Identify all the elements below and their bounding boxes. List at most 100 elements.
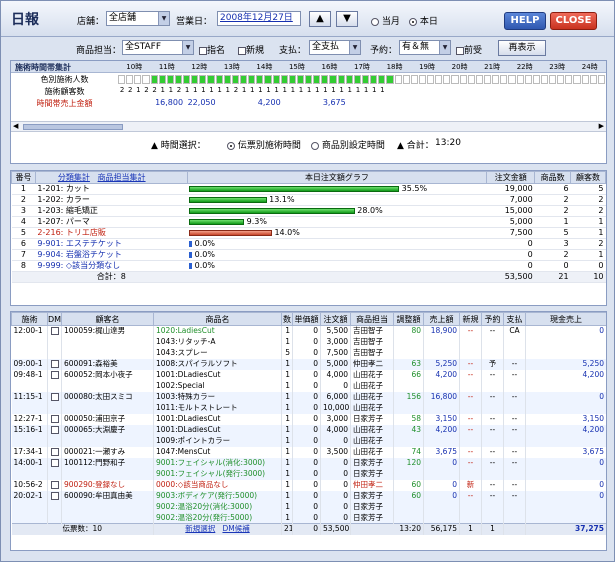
sales-amount xyxy=(423,512,460,524)
radio-product-time[interactable]: 商品別設定時間 xyxy=(311,138,385,151)
timeline-panel: 施術時間帯集計 10時 11時 12時 13時 14時 15時 16時 17時 18時 19時 20… xyxy=(10,60,607,164)
reserve-flag: 予 xyxy=(481,358,504,370)
business-day-input[interactable]: 2008年12月27日 xyxy=(217,11,301,26)
dm-candidate-link[interactable]: DM候補 xyxy=(222,524,249,533)
new-flag xyxy=(459,435,482,447)
payment-method xyxy=(503,501,526,513)
product-staff: 日家芳子 xyxy=(350,413,394,425)
payment-method: -- xyxy=(503,479,526,491)
radio-month[interactable]: 当月 xyxy=(371,14,400,27)
detail-row[interactable]: 10:56-2 900290:登録なし 0000:◇該当商品なし 1 0 0 仲… xyxy=(11,479,606,491)
reserve-flag: -- xyxy=(481,457,504,469)
detail-row[interactable]: 14:00-1 100112:門野和子 9001:フェイシャル(消化:3000)… xyxy=(11,457,606,469)
occupancy-cell xyxy=(565,75,573,84)
radio-today-label: 本日 xyxy=(419,17,438,27)
product-staff-select[interactable]: 全STAFF ▼ xyxy=(122,40,194,55)
summary-row[interactable]: 8 9-999: ◇該当分類なし 0.0% 0 0 0 xyxy=(11,260,606,272)
occupancy-cell xyxy=(215,75,223,84)
dm-checkbox[interactable] xyxy=(50,327,59,336)
summary-row[interactable]: 4 1-207: パーマ 9.3% 5,000 1 1 xyxy=(11,216,606,228)
detail-row[interactable]: 15:16-1 000065:大淵慶子 1001:DLadiesCut 1 0 … xyxy=(11,424,606,436)
detail-row[interactable]: 9001:フェイシャル(発行:3000) 1 0 0 日家芳子 xyxy=(11,468,606,480)
dm-checkbox[interactable] xyxy=(50,415,59,423)
customer-name xyxy=(61,501,154,513)
detail-row[interactable]: 12:00-1 100059:梶山達男 1020:LadiesCut 1 0 5… xyxy=(11,325,606,337)
new-flag xyxy=(459,501,482,513)
dm-checkbox[interactable] xyxy=(50,459,59,467)
reserve-select[interactable]: 有＆無 ▼ xyxy=(399,40,451,55)
adjustment xyxy=(393,380,424,392)
customer-count: 2 xyxy=(570,238,606,250)
payment-select[interactable]: 全支払 ▼ xyxy=(309,40,361,55)
sales-amount xyxy=(423,336,460,348)
close-button[interactable]: CLOSE xyxy=(550,12,597,30)
detail-row[interactable]: 12:27-1 000050:浦田京子 1001:DLadiesCut 1 0 … xyxy=(11,413,606,425)
redisplay-button[interactable]: 再表示 xyxy=(498,40,546,56)
new-select-link[interactable]: 新規選択 xyxy=(185,524,215,533)
maeuke-label: 前受 xyxy=(464,46,483,56)
summary-row[interactable]: 3 1-203: 縮毛矯正 28.0% 15,000 2 2 xyxy=(11,205,606,217)
dm-checkbox[interactable] xyxy=(50,492,59,500)
hour-label: 13時 xyxy=(223,63,240,71)
detail-row[interactable]: 11:15-1 000080:太田スミコ 1003:特殊カラー 1 0 6,00… xyxy=(11,391,606,403)
customer-count: 1 xyxy=(570,249,606,261)
payment-value: 全支払 xyxy=(312,42,340,52)
detail-row[interactable]: 1011:モルトストレート 1 0 10,000 山田花子 xyxy=(11,402,606,414)
dm-checkbox[interactable] xyxy=(50,393,59,401)
customer-count-cell: 1 xyxy=(209,86,214,94)
summary-row[interactable]: 6 9-901: エステチケット 0.0% 0 3 2 xyxy=(11,238,606,250)
cash-sales xyxy=(525,468,606,480)
radio-slip-time[interactable]: 伝票別施術時間 xyxy=(227,138,301,151)
category-code: 1-203: xyxy=(37,206,64,215)
detail-row[interactable]: 1009:ポイントカラー 1 0 0 山田花子 xyxy=(11,435,606,447)
occupancy-cell xyxy=(142,75,150,84)
detail-row[interactable]: 09:48-1 600052:岡本小夜子 1001:DLadiesCut 1 0… xyxy=(11,369,606,381)
quantity: 1 xyxy=(281,490,293,502)
timeline-scrollbar[interactable]: ◀ ▶ xyxy=(11,121,606,132)
staff-summary-link[interactable]: 商品担当集計 xyxy=(98,173,146,182)
occupancy-cell xyxy=(589,75,597,84)
store-select[interactable]: 全店舗 ▼ xyxy=(106,11,170,26)
detail-row[interactable]: 09:00-1 600091:森裕美 1008:スパイラルソフト 1 0 5,0… xyxy=(11,358,606,370)
adjustment xyxy=(393,336,424,348)
detail-row[interactable]: 17:34-1 000021:一瀬すみ 1047:MensCut 1 0 3,5… xyxy=(11,446,606,458)
dm-checkbox[interactable] xyxy=(50,426,59,434)
detail-row[interactable]: 1002:Special 1 0 0 山田花子 xyxy=(11,380,606,392)
dm-checkbox[interactable] xyxy=(50,481,59,489)
summary-total-customers: 10 xyxy=(570,271,606,283)
summary-row[interactable]: 5 2-216: トリエ店販 14.0% 7,500 5 1 xyxy=(11,227,606,239)
dm-checkbox[interactable] xyxy=(50,360,59,368)
checkbox-icon xyxy=(238,46,246,55)
detail-row[interactable]: 9002:温浴20分(発行:5000) 1 0 0 日家芳子 xyxy=(11,512,606,524)
detail-row[interactable]: 9002:温浴20分(消化:3000) 1 0 0 日家芳子 xyxy=(11,501,606,513)
category-summary-link[interactable]: 分類集計 xyxy=(58,173,90,182)
radio-today[interactable]: 本日 xyxy=(409,14,438,27)
prev-day-button[interactable]: ▲ xyxy=(309,11,331,27)
occupancy-cell xyxy=(248,75,256,84)
shinki-checkbox[interactable]: 新規 xyxy=(238,43,264,56)
shimei-checkbox[interactable]: 指名 xyxy=(199,43,225,56)
treatment-time: 12:00-1 xyxy=(11,325,48,337)
scroll-right-icon[interactable]: ▶ xyxy=(599,122,604,130)
adjustment: 74 xyxy=(393,446,424,458)
help-button[interactable]: HELP xyxy=(504,12,546,30)
unit-price: 0 xyxy=(292,336,321,348)
sales-amount xyxy=(423,468,460,480)
quantity: 1 xyxy=(281,413,293,425)
scroll-left-icon[interactable]: ◀ xyxy=(13,122,18,130)
dm-checkbox[interactable] xyxy=(50,448,59,456)
product-name: 0000:◇該当商品なし xyxy=(153,479,282,491)
next-day-button[interactable]: ▼ xyxy=(336,11,358,27)
reserve-flag: -- xyxy=(481,424,504,436)
detail-row[interactable]: 1043:スプレー 5 0 7,500 吉田智子 xyxy=(11,347,606,359)
detail-row[interactable]: 1043:リタッチ-A 1 0 3,000 吉田智子 xyxy=(11,336,606,348)
detail-row[interactable]: 20:02-1 600090:牟田真由美 9003:ボディケア(発行:5000)… xyxy=(11,490,606,502)
occupancy-cell xyxy=(345,75,353,84)
scroll-thumb[interactable] xyxy=(23,124,123,130)
treatment-time: 09:00-1 xyxy=(11,358,48,370)
summary-row[interactable]: 1 1-201: カット 35.5% 19,000 6 5 xyxy=(11,183,606,195)
summary-row[interactable]: 7 9-904: 岩盤浴チケット 0.0% 0 2 1 xyxy=(11,249,606,261)
dm-checkbox[interactable] xyxy=(50,371,59,379)
maeuke-checkbox[interactable]: 前受 xyxy=(456,43,482,56)
summary-row[interactable]: 2 1-202: カラー 13.1% 7,000 2 2 xyxy=(11,194,606,206)
